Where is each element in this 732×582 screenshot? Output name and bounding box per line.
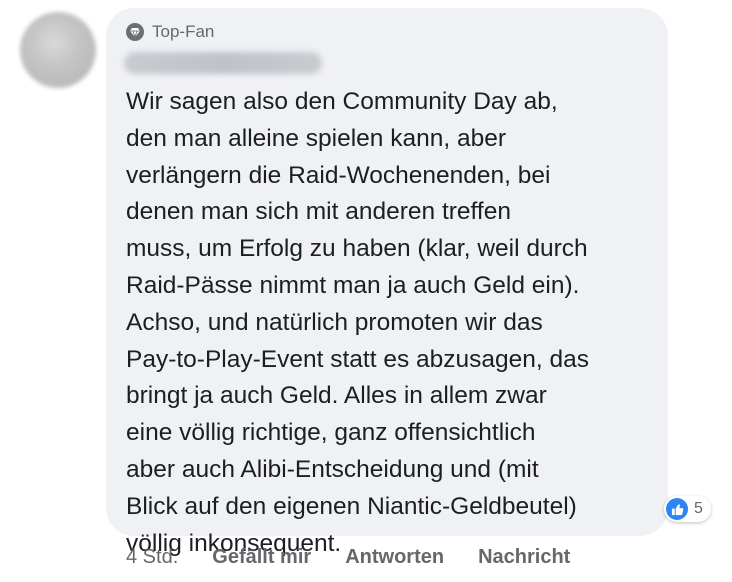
- comment-line: Blick auf den eigenen Niantic-Geldbeutel…: [126, 492, 577, 520]
- comment-line: verlängern die Raid-Wochenenden, bei: [126, 161, 551, 189]
- like-button[interactable]: Gefällt mir: [212, 546, 311, 569]
- comment-bubble: Top-Fan Wir sagen also den Community Day…: [106, 8, 668, 557]
- comment-line: denen man sich mit anderen treffen: [126, 198, 511, 226]
- message-button[interactable]: Nachricht: [478, 546, 570, 569]
- comment-line: Pay-to-Play-Event statt es abzusagen, da…: [126, 345, 590, 373]
- avatar[interactable]: [20, 12, 96, 88]
- comment-line: Achso, und natürlich promoten wir das: [126, 308, 543, 336]
- top-fan-badge[interactable]: Top-Fan: [126, 22, 214, 42]
- comment-line: Wir sagen also den Community Day ab,: [126, 88, 558, 115]
- comment-line: muss, um Erfolg zu haben (klar, weil dur…: [126, 235, 588, 263]
- reply-button[interactable]: Antworten: [345, 546, 444, 569]
- comment-actions: 4 Std. Gefällt mir Antworten Nachricht: [126, 546, 604, 569]
- comment-line: Raid-Pässe nimmt man ja auch Geld ein).: [126, 271, 580, 299]
- comment-line: eine völlig richtige, ganz offensichtlic…: [126, 419, 536, 447]
- like-icon: [666, 498, 688, 520]
- comment-line: aber auch Alibi-Entscheidung und (mit: [126, 455, 539, 483]
- reaction-count: 5: [694, 500, 703, 517]
- timestamp[interactable]: 4 Std.: [126, 546, 178, 569]
- comment-line: den man alleine spielen kann, aber: [126, 124, 507, 152]
- reactions-summary[interactable]: 5: [664, 496, 711, 522]
- diamond-icon: [126, 23, 144, 41]
- comment-line: bringt ja auch Geld. Alles in allem zwar: [126, 382, 547, 410]
- comment-text: Wir sagen also den Community Day ab, den…: [126, 84, 656, 562]
- badge-label: Top-Fan: [152, 22, 215, 41]
- author-name-redacted[interactable]: [124, 52, 322, 74]
